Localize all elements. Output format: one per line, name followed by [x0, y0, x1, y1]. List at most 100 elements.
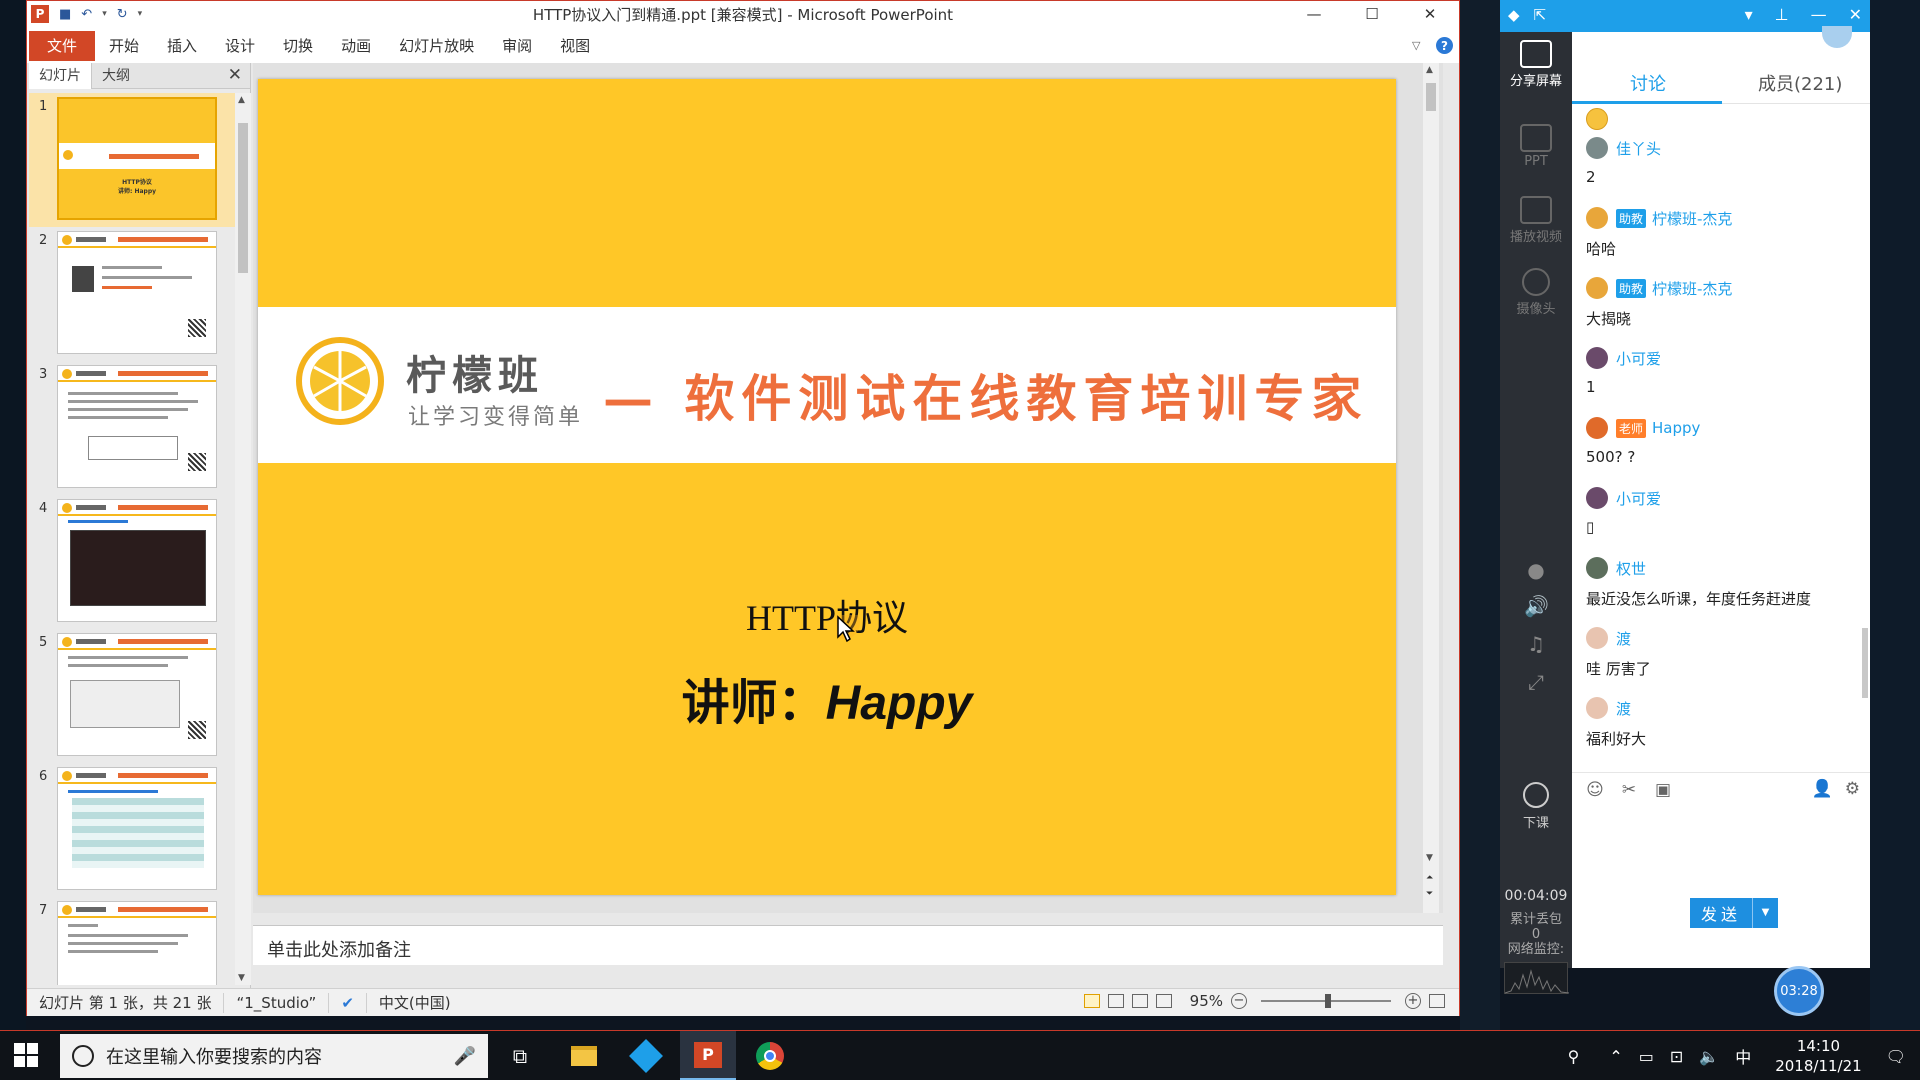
task-view-icon[interactable]: ⧉	[492, 1031, 548, 1080]
language-indicator[interactable]: 中文(中国)	[367, 993, 463, 1013]
scroll-thumb[interactable]	[1426, 83, 1436, 111]
pin-icon[interactable]: ⊥	[1775, 5, 1789, 24]
user-settings-icon[interactable]: 👤	[1812, 779, 1833, 799]
end-class-button[interactable]: 下课	[1500, 782, 1572, 831]
speaker-icon[interactable]: 🔊	[1524, 594, 1549, 618]
powerpoint-taskbar-icon[interactable]: P	[680, 1031, 736, 1080]
file-explorer-icon[interactable]	[556, 1031, 612, 1080]
shield-icon[interactable]: ◆	[1508, 6, 1520, 24]
windows-start-icon[interactable]	[14, 1043, 38, 1067]
microphone-icon[interactable]: ●	[1524, 558, 1548, 582]
battery-icon[interactable]: ▭	[1639, 1047, 1654, 1066]
fullscreen-icon[interactable]: ⤢	[1524, 670, 1548, 694]
scroll-up-icon[interactable]: ▲	[238, 95, 245, 105]
sender-name[interactable]: 渡	[1616, 628, 1631, 649]
sender-name[interactable]: 权世	[1616, 558, 1646, 579]
ime-indicator[interactable]: 中	[1735, 1044, 1751, 1068]
minimize-icon[interactable]: —	[1811, 5, 1827, 24]
close-icon[interactable]: ✕	[1849, 5, 1862, 24]
slide-thumbnail[interactable]: 7	[29, 897, 235, 985]
undo-dropdown-icon[interactable]: ▾	[102, 9, 107, 19]
reading-view-icon[interactable]	[1131, 994, 1148, 1008]
tab-members[interactable]: 成员(221)	[1758, 70, 1842, 96]
ppt-button[interactable]: PPT	[1500, 124, 1572, 169]
slide-thumbnail[interactable]: 3	[29, 361, 235, 495]
thumbnail-scrollbar[interactable]: ▲ ▼	[235, 93, 251, 985]
live-class-app-icon[interactable]	[618, 1031, 674, 1080]
undo-icon[interactable]: ↶	[81, 7, 92, 22]
music-icon[interactable]: ♫	[1524, 632, 1548, 656]
sender-name[interactable]: 柠檬班-杰克	[1652, 278, 1732, 299]
fit-to-window-icon[interactable]	[1429, 994, 1445, 1008]
chat-scrollbar[interactable]	[1862, 628, 1868, 698]
send-options-dropdown-icon[interactable]: ▼	[1752, 898, 1778, 928]
tab-insert[interactable]: 插入	[153, 31, 211, 61]
microphone-icon[interactable]: 🎤	[454, 1046, 476, 1067]
slide-thumbnail[interactable]: 4	[29, 495, 235, 629]
tab-slideshow[interactable]: 幻灯片放映	[385, 31, 488, 61]
sender-name[interactable]: 渡	[1616, 698, 1631, 719]
tab-file[interactable]: 文件	[29, 31, 95, 61]
floating-timer[interactable]: 03:28	[1774, 966, 1824, 1016]
dropdown-icon[interactable]: ▾	[1745, 5, 1753, 24]
tab-discussion[interactable]: 讨论	[1630, 70, 1666, 96]
tab-design[interactable]: 设计	[211, 31, 269, 61]
network-icon[interactable]: ⊡	[1670, 1047, 1683, 1066]
prev-slide-icon[interactable]: ⏶	[1426, 873, 1433, 883]
camera-button[interactable]: 摄像头	[1500, 268, 1572, 317]
chrome-icon[interactable]	[742, 1031, 798, 1080]
minimize-icon[interactable]: —	[1285, 1, 1343, 27]
taskbar-search[interactable]: 在这里输入你要搜索的内容 🎤	[60, 1034, 488, 1078]
slide-scrollbar[interactable]: ▲ ▼ ⏶ ⏷	[1423, 63, 1439, 913]
scroll-down-icon[interactable]: ▼	[238, 973, 245, 983]
zoom-slider-knob[interactable]	[1325, 994, 1331, 1008]
slide-thumbnail[interactable]: 5	[29, 629, 235, 763]
settings-gear-icon[interactable]: ⚙	[1845, 779, 1860, 799]
scroll-down-icon[interactable]: ▼	[1426, 853, 1433, 863]
sender-name[interactable]: 柠檬班-杰克	[1652, 208, 1732, 229]
scroll-thumb[interactable]	[238, 123, 248, 273]
maximize-icon[interactable]: ☐	[1343, 1, 1401, 27]
notes-pane[interactable]: 单击此处添加备注	[253, 925, 1443, 965]
tab-outline[interactable]: 大纲	[92, 63, 140, 89]
current-slide[interactable]: 柠檬班 让学习变得简单 — 软件测试在线教育培训专家 HTTP协议 讲师：Hap…	[258, 79, 1396, 895]
message-list[interactable]: 佳丫头 2 助教 柠檬班-杰克 哈哈 助教 柠檬班-杰克 大揭晓 小可爱 1 老师 H…	[1572, 106, 1858, 776]
zoom-level[interactable]: 95%	[1190, 992, 1223, 1010]
emoji-icon[interactable]: ☺	[1584, 779, 1606, 801]
play-video-button[interactable]: 播放视频	[1500, 196, 1572, 245]
spellcheck-icon[interactable]: ✔	[329, 992, 367, 1013]
pane-close-icon[interactable]: ✕	[228, 65, 242, 85]
share-screen-button[interactable]: 分享屏幕	[1500, 40, 1572, 89]
sender-name[interactable]: 小可爱	[1616, 348, 1661, 369]
slide-sorter-view-icon[interactable]	[1107, 994, 1124, 1008]
slide-thumbnail[interactable]: 6	[29, 763, 235, 897]
clock[interactable]: 14:10 2018/11/21	[1775, 1036, 1861, 1076]
zoom-in-icon[interactable]: +	[1405, 993, 1421, 1009]
scissors-icon[interactable]: ✂	[1618, 779, 1640, 801]
sender-name[interactable]: 小可爱	[1616, 488, 1661, 509]
zoom-slider[interactable]	[1261, 994, 1391, 1008]
zoom-out-icon[interactable]: −	[1231, 993, 1247, 1009]
sender-name[interactable]: Happy	[1652, 419, 1700, 437]
tab-animations[interactable]: 动画	[327, 31, 385, 61]
slide-thumbnail[interactable]: 2	[29, 227, 235, 361]
tab-home[interactable]: 开始	[95, 31, 153, 61]
tab-view[interactable]: 视图	[546, 31, 604, 61]
tab-slides[interactable]: 幻灯片	[29, 62, 92, 89]
tab-transitions[interactable]: 切换	[269, 31, 327, 61]
redo-icon[interactable]: ↻	[117, 7, 128, 22]
sender-name[interactable]: 佳丫头	[1616, 138, 1661, 159]
share-out-icon[interactable]: ⇱	[1534, 6, 1547, 24]
slide-thumbnail[interactable]: 1 HTTP协议 讲师: Happy	[29, 93, 235, 227]
send-button[interactable]: 发送 ▼	[1690, 898, 1778, 928]
help-icon[interactable]: ?	[1436, 37, 1453, 54]
close-icon[interactable]: ✕	[1401, 1, 1459, 27]
collapse-ribbon-icon[interactable]: ▽	[1412, 39, 1426, 53]
next-slide-icon[interactable]: ⏷	[1426, 889, 1433, 899]
tab-review[interactable]: 审阅	[488, 31, 546, 61]
people-icon[interactable]: ⚲	[1568, 1047, 1580, 1066]
save-icon[interactable]: ■	[59, 7, 71, 22]
notifications-icon[interactable]: 🗨	[1886, 1047, 1906, 1066]
show-hidden-icons-icon[interactable]: ⌃	[1609, 1047, 1622, 1066]
slideshow-view-icon[interactable]	[1155, 994, 1172, 1008]
